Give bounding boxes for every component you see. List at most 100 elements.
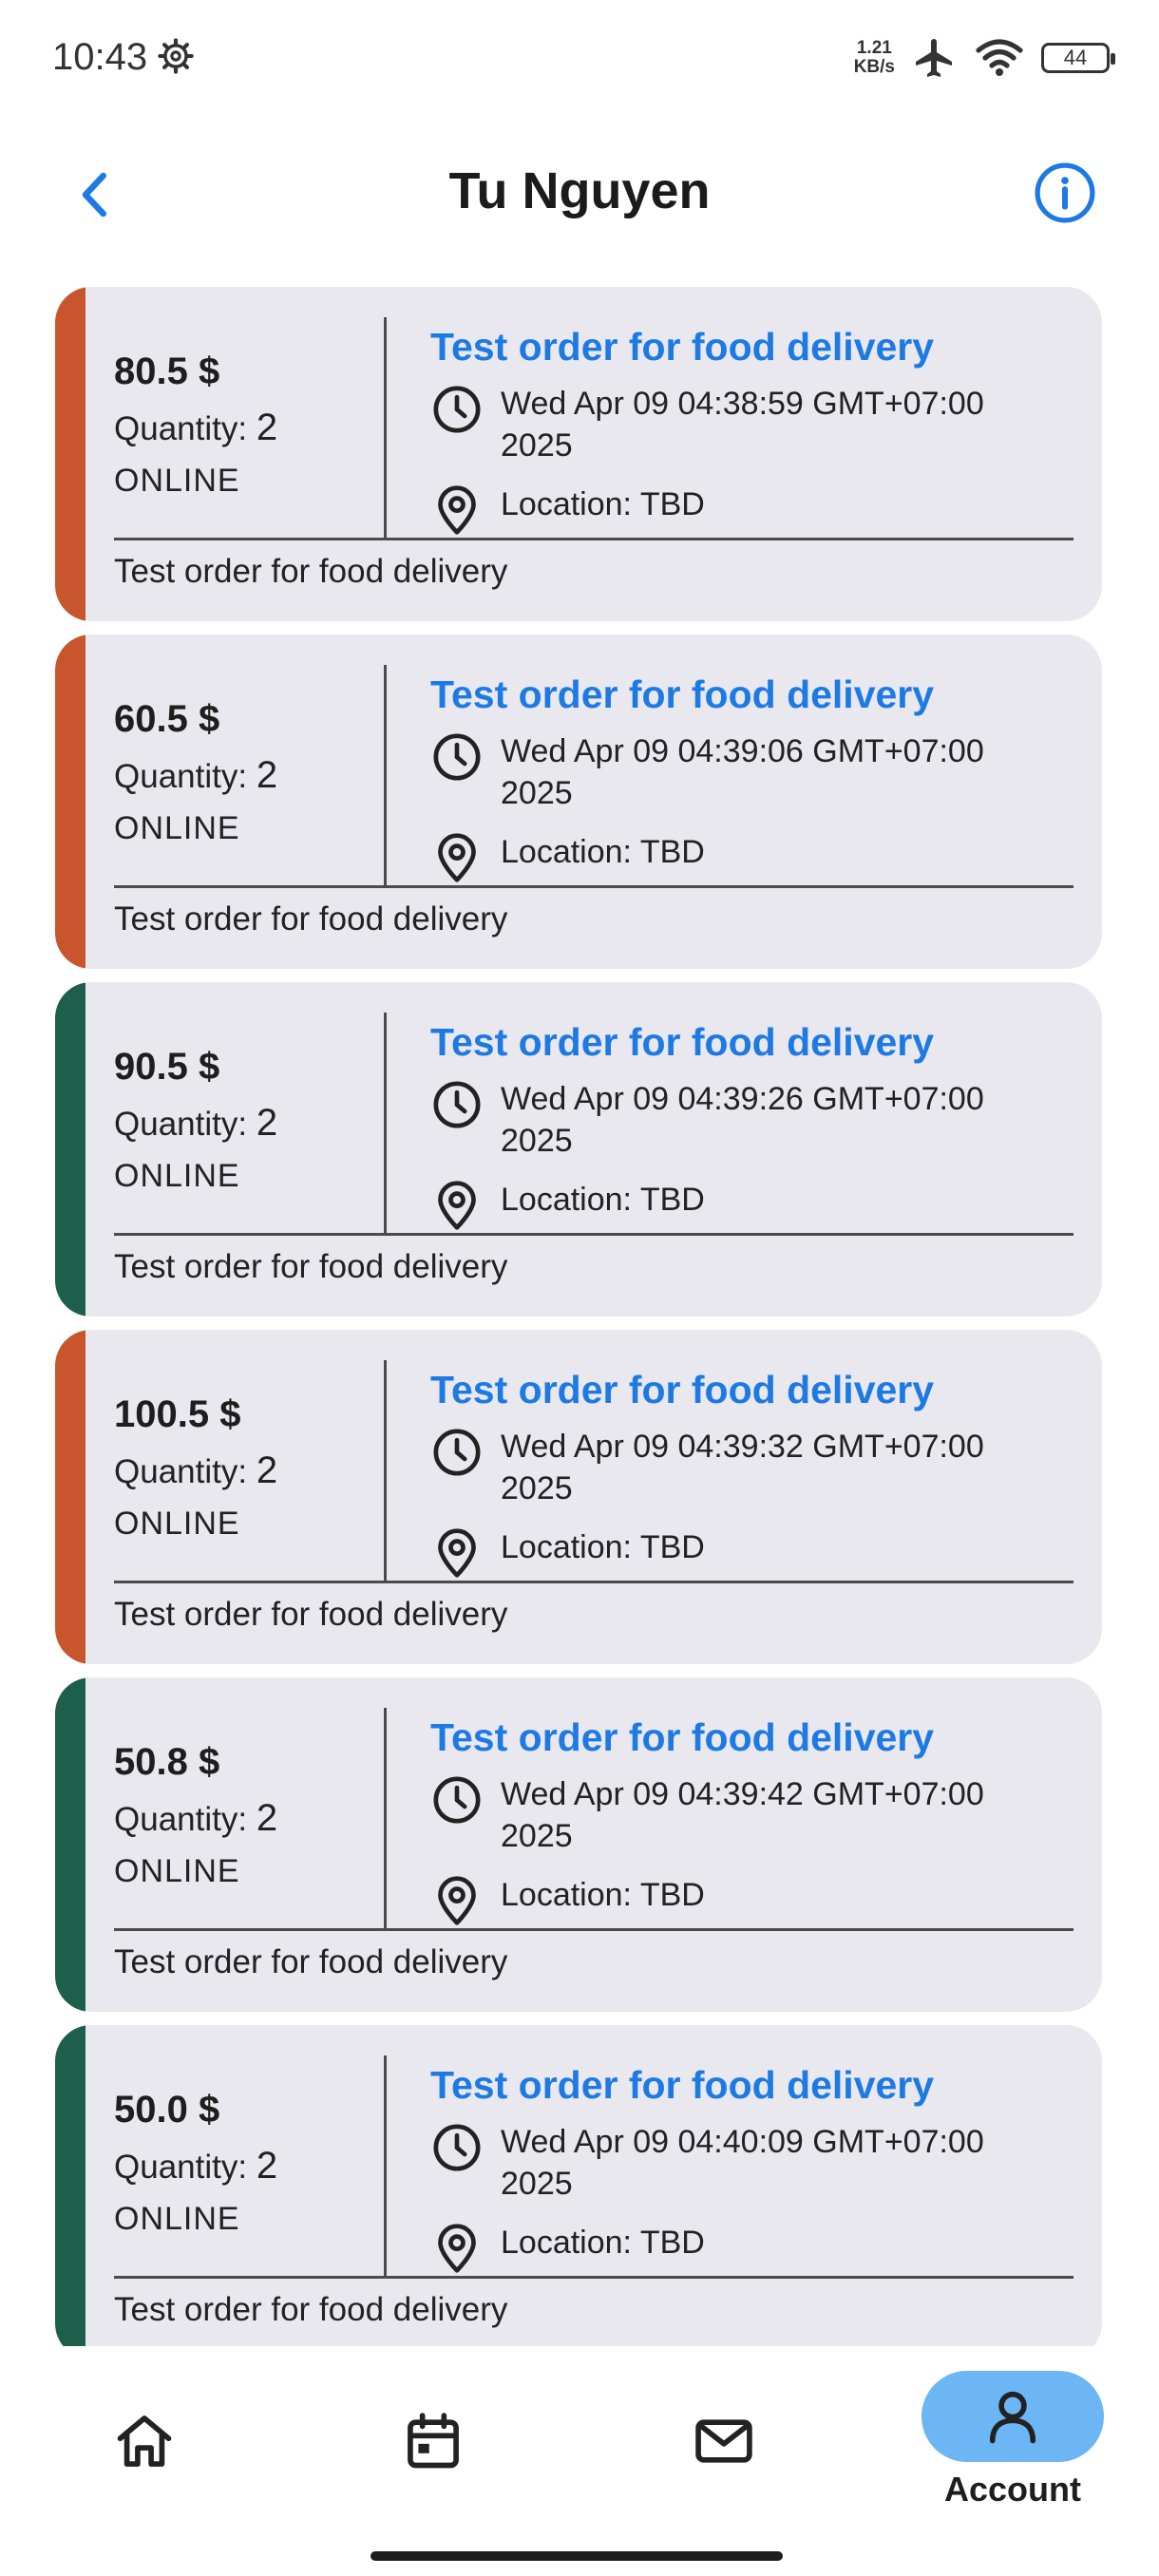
mail-icon — [695, 2419, 752, 2463]
settings-gear-icon — [158, 38, 194, 74]
order-description: Test order for food delivery — [114, 1248, 508, 1285]
order-price: 50.0 $ — [114, 2089, 220, 2131]
order-quantity-value: 2 — [256, 1449, 278, 1491]
order-channel: ONLINE — [114, 463, 240, 499]
location-pin-icon — [438, 2224, 476, 2273]
order-description: Test order for food delivery — [114, 1596, 508, 1633]
order-summary: 100.5 $ Quantity: 2 ONLINE — [114, 1379, 380, 1543]
order-divider-horizontal — [114, 1233, 1074, 1236]
order-datetime-line2: 2025 — [501, 427, 573, 464]
nav-home[interactable] — [59, 2346, 230, 2508]
order-divider-horizontal — [114, 885, 1074, 888]
order-quantity-label: Quantity: — [114, 2149, 248, 2186]
order-divider-vertical — [384, 317, 387, 538]
order-summary: 50.8 $ Quantity: 2 ONLINE — [114, 1727, 380, 1890]
location-pin-icon — [438, 833, 476, 882]
order-datetime: Wed Apr 09 04:40:09 GMT+07:00 2025 — [430, 2121, 1086, 2205]
order-quantity: Quantity: 2 — [114, 1797, 380, 1840]
order-datetime: Wed Apr 09 04:39:26 GMT+07:00 2025 — [430, 1078, 1086, 1162]
clock-icon — [433, 1429, 481, 1476]
status-indicators: 1.21 KB/s 44 — [853, 34, 1115, 82]
clock-icon — [433, 733, 481, 781]
order-summary: 80.5 $ Quantity: 2 ONLINE — [114, 336, 380, 500]
order-description: Test order for food delivery — [114, 553, 508, 590]
order-description: Test order for food delivery — [114, 1943, 508, 1980]
order-channel: ONLINE — [114, 1853, 240, 1889]
clock-icon — [433, 1776, 481, 1824]
order-quantity-label: Quantity: — [114, 1801, 248, 1838]
order-card[interactable]: 90.5 $ Quantity: 2 ONLINE Test order for… — [55, 982, 1102, 1316]
order-details: Test order for food delivery Wed Apr 09 … — [430, 1715, 1086, 1925]
order-description: Test order for food delivery — [114, 900, 508, 938]
order-datetime-line2: 2025 — [501, 1470, 573, 1506]
order-channel: ONLINE — [114, 2201, 240, 2237]
order-card[interactable]: 80.5 $ Quantity: 2 ONLINE Test order for… — [55, 287, 1102, 621]
info-icon[interactable] — [1034, 161, 1096, 224]
order-divider-vertical — [384, 1708, 387, 1928]
order-price: 90.5 $ — [114, 1046, 220, 1088]
order-title: Test order for food delivery — [430, 1020, 935, 1064]
order-title: Test order for food delivery — [430, 325, 935, 369]
network-speed-value: 1.21 — [856, 38, 892, 58]
order-location-text: Location: TBD — [501, 1529, 705, 1565]
order-details: Test order for food delivery Wed Apr 09 … — [430, 1020, 1086, 1230]
clock-icon — [433, 2124, 481, 2171]
order-channel: ONLINE — [114, 1158, 240, 1194]
order-title: Test order for food delivery — [430, 2063, 935, 2107]
orders-list[interactable]: 80.5 $ Quantity: 2 ONLINE Test order for… — [55, 287, 1102, 2346]
order-datetime: Wed Apr 09 04:38:59 GMT+07:00 2025 — [430, 383, 1086, 466]
order-status-stripe — [55, 1677, 86, 2012]
nav-account-label[interactable]: Account — [902, 2470, 1123, 2510]
order-datetime-line2: 2025 — [501, 2166, 573, 2202]
order-channel: ONLINE — [114, 1506, 240, 1542]
order-title: Test order for food delivery — [430, 1368, 935, 1411]
order-divider-vertical — [384, 2055, 387, 2276]
nav-calendar[interactable] — [348, 2346, 519, 2508]
order-divider-vertical — [384, 665, 387, 885]
clock-icon — [433, 1081, 481, 1128]
order-location-text: Location: TBD — [501, 834, 705, 870]
battery-indicator: 44 — [1041, 43, 1115, 73]
order-card[interactable]: 100.5 $ Quantity: 2 ONLINE Test order fo… — [55, 1330, 1102, 1664]
order-datetime: Wed Apr 09 04:39:06 GMT+07:00 2025 — [430, 730, 1086, 814]
network-speed-unit: KB/s — [853, 57, 895, 77]
order-quantity: Quantity: 2 — [114, 1449, 380, 1492]
order-location-text: Location: TBD — [501, 2225, 705, 2261]
order-price: 60.5 $ — [114, 698, 220, 740]
order-quantity-value: 2 — [256, 1102, 278, 1144]
order-quantity: Quantity: 2 — [114, 2145, 380, 2188]
nav-active-indicator[interactable] — [922, 2371, 1104, 2462]
order-quantity-value: 2 — [256, 407, 278, 448]
location-pin-icon — [438, 1876, 476, 1925]
order-datetime-line2: 2025 — [501, 775, 573, 811]
order-summary: 50.0 $ Quantity: 2 ONLINE — [114, 2074, 380, 2238]
order-divider-vertical — [384, 1360, 387, 1581]
order-card[interactable]: 50.0 $ Quantity: 2 ONLINE Test order for… — [55, 2025, 1102, 2346]
location-pin-icon — [438, 1181, 476, 1230]
order-quantity-value: 2 — [256, 2145, 278, 2187]
order-divider-horizontal — [114, 1928, 1074, 1931]
order-datetime-line1: Wed Apr 09 04:40:09 GMT+07:00 — [501, 2124, 984, 2160]
order-quantity-label: Quantity: — [114, 758, 248, 795]
home-indicator[interactable] — [370, 2551, 783, 2561]
order-location: Location: TBD — [430, 831, 1086, 882]
home-icon — [117, 2415, 172, 2467]
order-status-stripe — [55, 2025, 86, 2346]
order-card[interactable]: 60.5 $ Quantity: 2 ONLINE Test order for… — [55, 635, 1102, 969]
airplane-mode-icon — [916, 39, 952, 77]
order-location: Location: TBD — [430, 1179, 1086, 1230]
order-location-text: Location: TBD — [501, 1182, 705, 1218]
order-title: Test order for food delivery — [430, 672, 935, 716]
order-price: 50.8 $ — [114, 1741, 220, 1783]
nav-messages[interactable] — [638, 2346, 809, 2508]
order-status-stripe — [55, 635, 86, 969]
order-location-text: Location: TBD — [501, 1877, 705, 1913]
order-location-text: Location: TBD — [501, 486, 705, 522]
page-title: Tu Nguyen — [448, 162, 711, 219]
order-card[interactable]: 50.8 $ Quantity: 2 ONLINE Test order for… — [55, 1677, 1102, 2012]
wifi-icon — [976, 39, 1023, 76]
order-location: Location: TBD — [430, 1526, 1086, 1578]
order-details: Test order for food delivery Wed Apr 09 … — [430, 2063, 1086, 2273]
order-status-stripe — [55, 982, 86, 1316]
order-datetime-line1: Wed Apr 09 04:39:06 GMT+07:00 — [501, 733, 984, 769]
